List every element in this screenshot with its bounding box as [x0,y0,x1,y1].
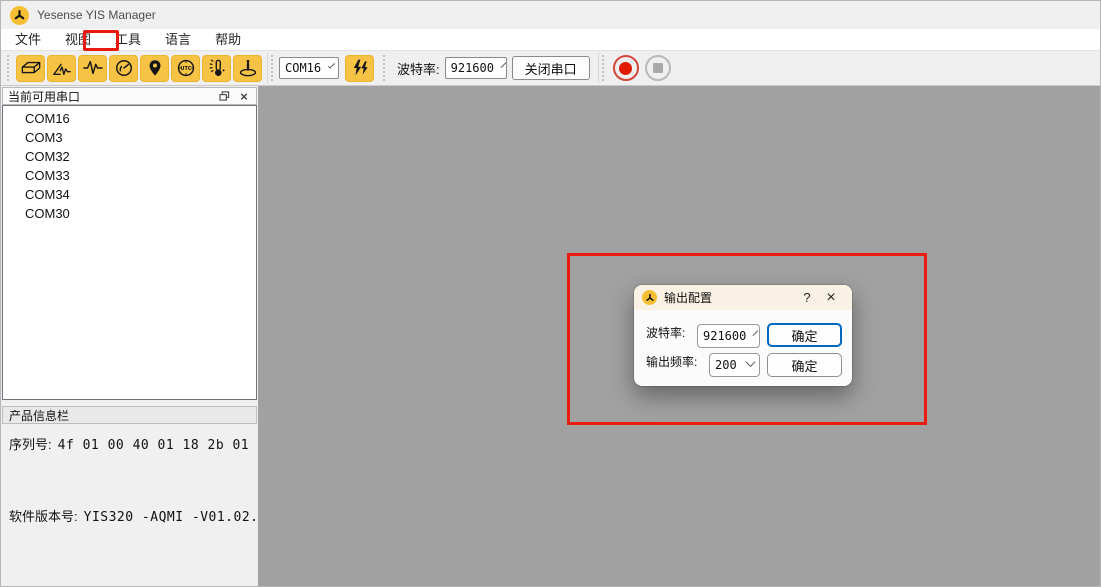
software-version-value: YIS320 -AQMI -V01.02.03; [84,510,284,525]
output-config-dialog: 输出配置 ? × 波特率: 921600 确定 输出频率: 200 [634,285,852,386]
refresh-ports-icon[interactable] [345,55,374,82]
dialog-freq-label: 输出频率: [646,353,697,370]
port-list: COM16 COM3 COM32 COM33 COM34 COM30 [2,105,257,400]
toolbar-grip[interactable] [383,55,389,81]
ports-panel-title: 当前可用串口 [8,88,216,105]
dialog-freq-select[interactable]: 200 [709,353,760,377]
baud-rate-select[interactable]: 921600 [445,57,507,79]
menu-help[interactable]: 帮助 [203,29,253,50]
chevron-down-icon [746,357,756,367]
dialog-title-bar: 输出配置 ? × [634,285,852,310]
angle-waveform-icon[interactable] [47,55,76,82]
pulse-waveform-icon[interactable] [78,55,107,82]
record-dot-icon [619,62,632,75]
dialog-baud-ok-button[interactable]: 确定 [767,323,842,347]
dialog-freq-value: 200 [715,358,738,372]
thermometer-icon[interactable] [202,55,231,82]
utc-clock-icon[interactable]: UTC [171,55,200,82]
dialog-baud-select[interactable]: 921600 [697,324,760,348]
dialog-help-button[interactable]: ? [796,290,818,305]
port-select-value: COM16 [285,61,321,75]
software-version-label: 软件版本号: [9,506,78,525]
menu-bar: 文件 视图 工具 语言 帮助 [1,29,1100,50]
serial-number-label: 序列号: [9,434,52,453]
yesense-logo-icon [642,290,657,305]
list-item-port[interactable]: COM33 [3,166,256,185]
gauge-icon[interactable] [109,55,138,82]
dialog-close-button[interactable]: × [818,285,844,310]
serial-ports-dock-panel: 当前可用串口 × COM16 COM3 COM32 COM33 COM34 CO… [1,86,258,587]
list-item-port[interactable]: COM34 [3,185,256,204]
window-title: Yesense YIS Manager [37,8,156,22]
dialog-freq-ok-button[interactable]: 确定 [767,353,842,377]
close-panel-icon[interactable]: × [236,89,252,103]
list-item-port[interactable]: COM16 [3,109,256,128]
software-version-row: 软件版本号: YIS320 -AQMI -V01.02.03; [9,506,250,525]
dialog-baud-label: 波特率: [646,324,685,341]
float-panel-icon[interactable] [216,89,232,103]
port-select[interactable]: COM16 [279,57,339,79]
record-button[interactable] [613,55,639,81]
stop-button[interactable] [645,55,671,81]
chevron-down-icon [328,62,335,69]
serial-number-value: 4f 01 00 40 01 18 2b 01 [58,438,250,453]
toolbar-grip[interactable] [602,55,608,81]
list-item-port[interactable]: COM3 [3,128,256,147]
toolbar-separator [267,53,268,83]
list-item-port[interactable]: COM30 [3,204,256,223]
dialog-baud-value: 921600 [703,329,746,343]
toolbar-grip[interactable] [7,55,13,81]
product-info-title: 产品信息栏 [9,407,69,424]
close-serial-button[interactable]: 关闭串口 [512,56,590,80]
menu-view[interactable]: 视图 [53,29,103,50]
ports-panel-header: 当前可用串口 × [2,87,257,105]
baud-rate-value: 921600 [451,61,494,75]
cube-icon[interactable] [16,55,45,82]
list-item-port[interactable]: COM32 [3,147,256,166]
chevron-down-icon [753,330,759,336]
product-info-body: 序列号: 4f 01 00 40 01 18 2b 01 软件版本号: YIS3… [1,424,258,587]
dialog-title: 输出配置 [664,289,796,306]
serial-number-row: 序列号: 4f 01 00 40 01 18 2b 01 [9,434,250,453]
gyro-top-icon[interactable] [233,55,262,82]
stop-square-icon [653,63,663,73]
toolbar: UTC [1,50,1100,86]
toolbar-grip[interactable] [271,55,277,81]
title-bar: Yesense YIS Manager [1,1,1100,29]
location-pin-icon[interactable] [140,55,169,82]
toolbar-separator [598,53,599,83]
product-info-header: 产品信息栏 [2,406,257,424]
app-window: Yesense YIS Manager 文件 视图 工具 语言 帮助 [0,0,1101,587]
chevron-down-icon [501,62,507,68]
menu-tools[interactable]: 工具 [103,29,153,50]
menu-language[interactable]: 语言 [153,29,203,50]
baud-rate-label: 波特率: [397,59,440,78]
yesense-logo-icon [10,6,29,25]
svg-text:UTC: UTC [180,66,191,72]
menu-file[interactable]: 文件 [3,29,53,50]
main-canvas: 输出配置 ? × 波特率: 921600 确定 输出频率: 200 [258,86,1100,587]
